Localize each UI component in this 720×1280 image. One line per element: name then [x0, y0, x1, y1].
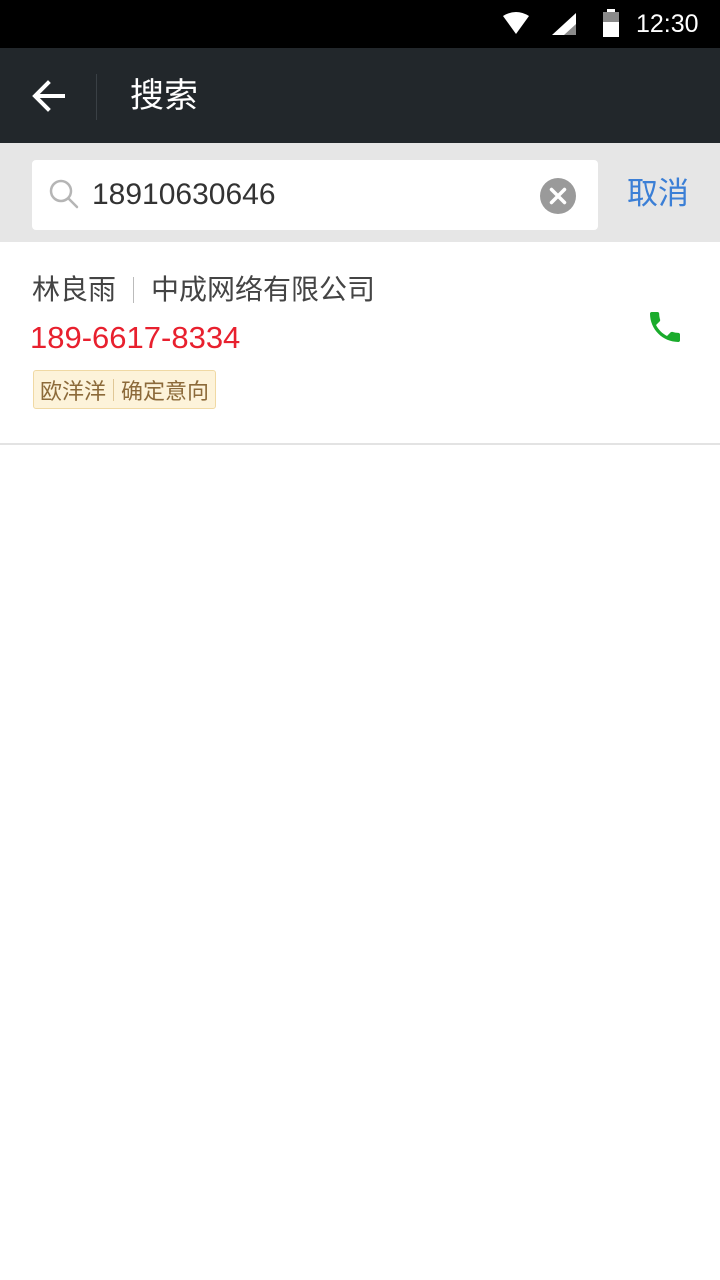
search-box: [32, 160, 598, 230]
search-icon: [49, 179, 79, 209]
call-button[interactable]: [640, 302, 690, 352]
status-clock: 12:30: [636, 10, 699, 38]
tag-owner: 欧洋洋: [40, 379, 107, 405]
tag-status: 确定意向: [121, 379, 210, 405]
back-button[interactable]: [18, 70, 78, 122]
wifi-icon: [503, 12, 529, 34]
name-divider: [133, 277, 135, 303]
arrow-left-icon: [32, 80, 65, 112]
cancel-button[interactable]: 取消: [618, 171, 698, 217]
phone-icon: [650, 312, 680, 342]
contact-phone: 189-6617-8334: [30, 320, 241, 355]
app-bar: 搜索: [0, 48, 720, 143]
contact-info-line: 林良雨 中成网络有限公司: [32, 270, 375, 310]
signal-icon: [552, 13, 576, 35]
page-title: 搜索: [130, 76, 198, 116]
clear-circle-icon[interactable]: [540, 178, 576, 214]
search-input[interactable]: [92, 170, 532, 220]
search-bar: 取消: [0, 143, 720, 242]
battery-icon: [603, 9, 619, 37]
app-bar-divider: [96, 74, 97, 120]
contact-name: 林良雨: [32, 273, 117, 306]
contact-company: 中成网络有限公司: [151, 273, 376, 306]
status-bar: 12:30: [0, 0, 720, 48]
list-item[interactable]: 林良雨 中成网络有限公司 189-6617-8334 欧洋洋 确定意向: [0, 242, 720, 445]
status-badge: 欧洋洋 确定意向: [33, 370, 217, 409]
tag-divider: [113, 378, 115, 401]
